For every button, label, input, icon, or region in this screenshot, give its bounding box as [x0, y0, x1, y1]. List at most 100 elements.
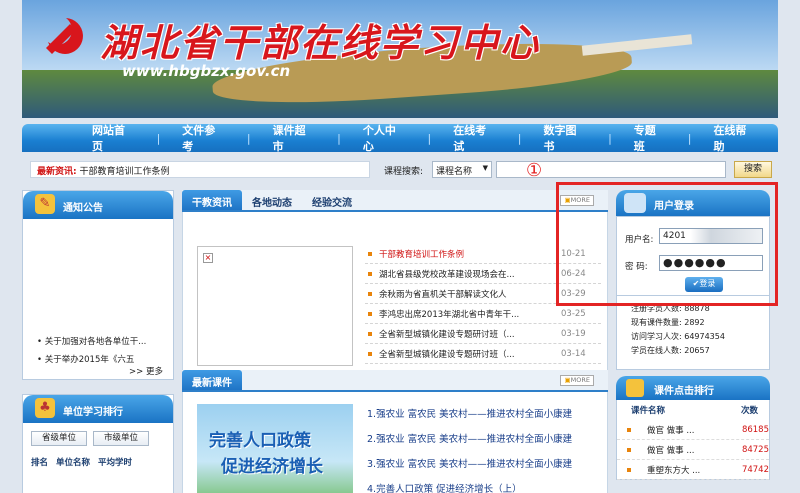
- col-rank: 排名: [31, 458, 49, 468]
- news-item-date: 03-19: [561, 328, 586, 339]
- news-item-date: 03-25: [561, 308, 586, 319]
- annotation-highlight-box: [556, 182, 778, 306]
- hot-item-name[interactable]: 做官 做事 ...: [647, 424, 730, 436]
- hot-item-count: 86185: [741, 424, 769, 435]
- left-column: ✎ 通知公告 • 关于加强对各地各单位干... • 关于举办2015年《六五 >…: [22, 190, 174, 493]
- bullet-icon: [368, 331, 372, 336]
- news-tabs: 干教资讯 各地动态 经验交流 ▣MORE: [182, 190, 608, 212]
- ranking-header: ♣ 单位学习排行: [23, 395, 173, 423]
- course-item[interactable]: 3.强农业 富农民 美农村——推进农村全面小康建: [367, 456, 603, 481]
- course-item[interactable]: 4.完善人口政策 促进经济增长（上）: [367, 481, 603, 493]
- nav-help[interactable]: 在线帮助: [691, 122, 778, 154]
- search-button[interactable]: 搜索: [734, 161, 772, 178]
- nav-digital-library[interactable]: 数字图书: [521, 122, 608, 154]
- hot-item[interactable]: 做官 做事 ... 86185: [617, 420, 769, 440]
- news-item-title[interactable]: 全省新型城镇化建设专题研讨班（...: [379, 328, 551, 340]
- site-banner: 湖北省干部在线学习中心 www.hbgbzx.gov.cn: [22, 0, 778, 118]
- tab-latest-courses[interactable]: 最新课件: [182, 370, 242, 390]
- ticker-label: 最新资讯:: [37, 167, 77, 177]
- news-item-date: 03-14: [561, 348, 586, 359]
- course-item[interactable]: 1.强农业 富农民 美农村——推进农村全面小康建: [367, 406, 603, 431]
- news-item[interactable]: 李鸿忠出席2013年湖北省中青年干... 03-25: [365, 304, 601, 324]
- tab-experience[interactable]: 经验交流: [302, 190, 362, 210]
- nav-courseware[interactable]: 课件超市: [251, 122, 338, 154]
- hot-item[interactable]: 做官 做事 ... 84725: [617, 440, 769, 460]
- ranking-tabs: 省级单位 市级单位: [31, 431, 165, 446]
- main-nav: 网站首页 | 文件参考 | 课件超市 | 个人中心 | 在线考试 | 数字图书 | 专题班 |…: [22, 122, 778, 154]
- people-icon: ♣: [35, 398, 55, 418]
- hot-item-name[interactable]: 做官 做事 ...: [647, 444, 730, 456]
- hot-item-count: 84725: [741, 444, 769, 455]
- courses-more-button[interactable]: ▣MORE: [560, 375, 594, 386]
- tab-city-units[interactable]: 市级单位: [93, 431, 149, 446]
- news-ticker[interactable]: 最新资讯: 干部教育培训工作条例: [30, 161, 370, 178]
- bullet-icon: [627, 447, 631, 452]
- notice-item-text[interactable]: 关于举办2015年《六五: [45, 355, 135, 365]
- ranking-panel: ♣ 单位学习排行 省级单位 市级单位 排名 单位名称 平均学时: [22, 394, 174, 493]
- promo-line-1: 完善人口政策: [209, 431, 311, 451]
- course-item[interactable]: 2.强农业 富农民 美农村——推进农村全面小康建: [367, 431, 603, 456]
- dropdown-arrow-icon: ▼: [482, 164, 488, 172]
- news-item-title[interactable]: 余秋雨为省直机关干部解读文化人: [379, 288, 551, 300]
- tab-local-news[interactable]: 各地动态: [242, 190, 302, 210]
- ticker-text[interactable]: 干部教育培训工作条例: [79, 167, 169, 177]
- news-item[interactable]: 全省新型城镇化建设专题研讨班（... 03-19: [365, 324, 601, 344]
- bullet-icon: [627, 467, 631, 472]
- news-thumbnail[interactable]: ×: [197, 246, 353, 366]
- hot-list: 课件名称 次数 做官 做事 ... 86185 做官 做事 ... 84725 重塑…: [616, 400, 770, 480]
- search-label: 课程搜索:: [384, 167, 424, 177]
- stat-courseware: 现有课件数量: 2892: [631, 318, 705, 327]
- news-item-title[interactable]: 湖北省县级党校改革建设现场会在...: [379, 268, 551, 280]
- col-unit-name: 单位名称: [56, 458, 91, 468]
- search-type-select[interactable]: 课程名称 ▼: [432, 161, 492, 178]
- news-item[interactable]: 全省新型城镇化建设专题研讨班（... 03-14: [365, 344, 601, 364]
- col-avg-hours: 平均学时: [98, 458, 133, 468]
- nav-documents[interactable]: 文件参考: [160, 122, 247, 154]
- hot-header: 课件点击排行: [616, 376, 770, 400]
- notice-panel: ✎ 通知公告 • 关于加强对各地各单位干... • 关于举办2015年《六五 >…: [22, 190, 174, 380]
- nav-online-exam[interactable]: 在线考试: [431, 122, 518, 154]
- nav-home[interactable]: 网站首页: [70, 122, 157, 154]
- news-item-title[interactable]: 李鸿忠出席2013年湖北省中青年干...: [379, 308, 551, 320]
- notice-item[interactable]: • 关于举办2015年《六五: [37, 353, 159, 365]
- notice-header: ✎ 通知公告: [23, 191, 173, 219]
- news-item-title[interactable]: 干部教育培训工作条例: [379, 248, 551, 260]
- notice-more-link[interactable]: >> 更多: [129, 365, 163, 377]
- notice-icon: ✎: [35, 194, 55, 214]
- stat-online: 学员在线人数: 20657: [631, 346, 710, 355]
- notice-list: • 关于加强对各地各单位干... • 关于举办2015年《六五 >> 更多: [23, 219, 173, 379]
- site-url: www.hbgbzx.gov.cn: [122, 62, 291, 80]
- annotation-marker: ①: [526, 160, 543, 181]
- notice-item[interactable]: • 关于加强对各地各单位干...: [37, 335, 159, 347]
- col-course-name: 课件名称: [631, 406, 666, 416]
- news-body: × 干部教育培训工作条例 10-21 湖北省县级党校改革建设现场会在... 06-2…: [182, 212, 608, 372]
- bullet-icon: [368, 291, 372, 296]
- bullet-icon: [368, 271, 372, 276]
- bullet-icon: [368, 311, 372, 316]
- tab-provincial-units[interactable]: 省级单位: [31, 431, 87, 446]
- course-promo-image[interactable]: 完善人口政策 促进经济增长: [197, 404, 353, 493]
- notice-item-text[interactable]: 关于加强对各地各单位干...: [45, 337, 147, 347]
- party-emblem-icon: [46, 18, 83, 54]
- ranking-title: 单位学习排行: [63, 407, 123, 418]
- site-title: 湖北省干部在线学习中心: [100, 20, 541, 65]
- ticker-row: 最新资讯: 干部教育培训工作条例 课程搜索: 课程名称 ▼ 搜索: [22, 160, 778, 180]
- course-tabs: 最新课件 ▣MORE: [182, 370, 608, 392]
- course-body: 完善人口政策 促进经济增长 1.强农业 富农民 美农村——推进农村全面小康建 2…: [182, 392, 608, 493]
- hot-columns: 课件名称 次数: [617, 400, 769, 420]
- tab-education-news[interactable]: 干教资讯: [182, 190, 242, 210]
- hot-item[interactable]: 重塑东方大 ... 74742: [617, 460, 769, 480]
- hot-item-count: 74742: [741, 464, 769, 475]
- news-item-title[interactable]: 全省新型城镇化建设专题研讨班（...: [379, 348, 551, 360]
- search-type-value: 课程名称: [436, 167, 473, 177]
- site-stats: 注册学员人数: 88878 现有课件数量: 2892 访问学习人次: 64974…: [616, 296, 770, 370]
- bullet-icon: [368, 351, 372, 356]
- notice-title: 通知公告: [63, 203, 103, 214]
- course-panel: 最新课件 ▣MORE 完善人口政策 促进经济增长 1.强农业 富农民 美农村——…: [182, 370, 608, 493]
- ranking-body: 省级单位 市级单位 排名 单位名称 平均学时: [23, 423, 173, 493]
- nav-special-class[interactable]: 专题班: [612, 122, 688, 154]
- broken-image-icon: ×: [203, 253, 213, 263]
- nav-personal-center[interactable]: 个人中心: [341, 122, 428, 154]
- bullet-icon: [627, 427, 631, 432]
- hot-item-name[interactable]: 重塑东方大 ...: [647, 464, 730, 476]
